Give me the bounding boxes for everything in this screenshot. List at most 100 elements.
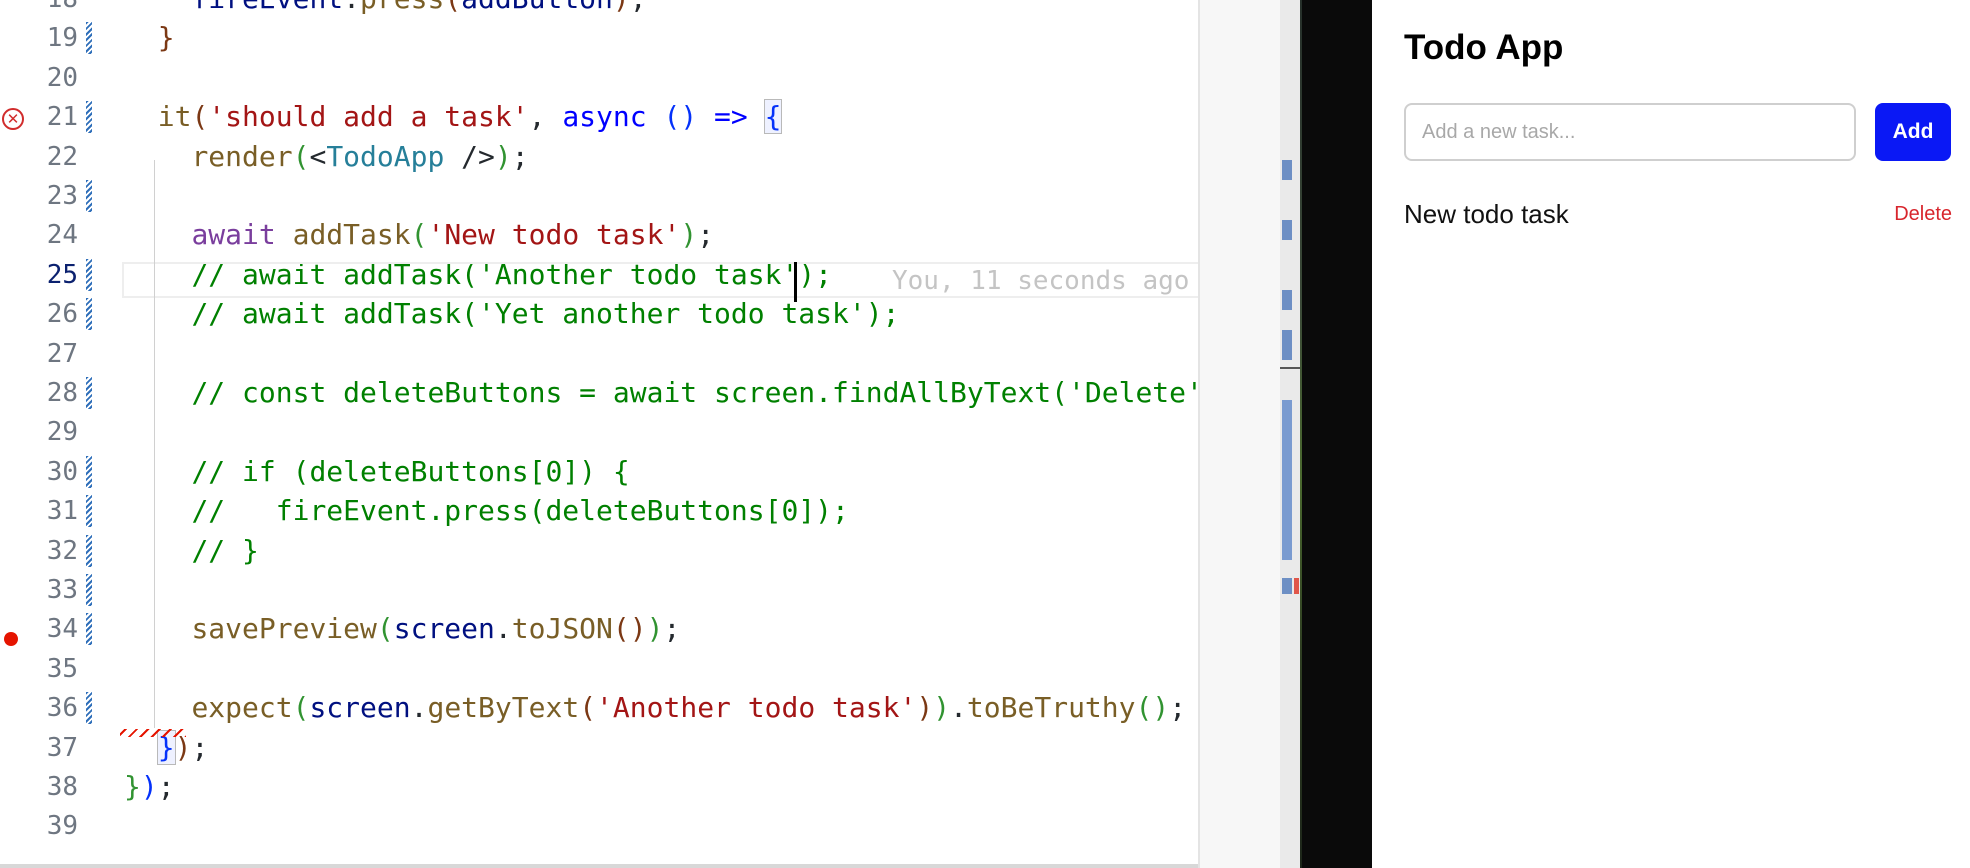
code-text: }); bbox=[124, 767, 175, 807]
code-token: addButton bbox=[461, 0, 613, 15]
code-line[interactable]: 36 expect(screen.getByText('Another todo… bbox=[0, 688, 1200, 728]
code-token: } bbox=[157, 21, 175, 55]
app-title: Todo App bbox=[1404, 28, 1564, 67]
code-token: < bbox=[309, 139, 327, 173]
code-token: fireEvent bbox=[191, 0, 343, 15]
git-change-marker[interactable] bbox=[86, 101, 92, 134]
code-token: . bbox=[343, 0, 360, 15]
code-line[interactable]: 39 bbox=[0, 806, 1200, 846]
code-token: ) bbox=[140, 770, 158, 803]
git-blame-annotation: You, 11 seconds ago bbox=[892, 266, 1190, 296]
code-line[interactable]: 27 bbox=[0, 334, 1200, 374]
line-number: 30 bbox=[46, 456, 78, 487]
code-token: => bbox=[714, 100, 748, 134]
code-line[interactable]: 32 // } bbox=[0, 531, 1200, 571]
code-line[interactable]: 38}); bbox=[0, 767, 1200, 807]
code-line[interactable]: 22 render(<TodoApp />); bbox=[0, 137, 1200, 177]
code-token: // const deleteButtons = await screen.fi… bbox=[191, 376, 1200, 409]
code-text: savePreview(screen.toJSON()); bbox=[124, 609, 680, 649]
code-line[interactable]: 18 fireEvent.press(addButton); bbox=[0, 0, 1200, 19]
code-token: TodoApp bbox=[326, 139, 445, 173]
code-token: // await addTask('Yet another todo task'… bbox=[191, 297, 900, 331]
git-change-marker[interactable] bbox=[86, 534, 92, 567]
code-text: // const deleteButtons = await screen.fi… bbox=[124, 373, 1200, 413]
git-change-marker[interactable] bbox=[86, 613, 92, 646]
code-token: // if (deleteButtons[0]) { bbox=[191, 454, 630, 488]
error-squiggle bbox=[120, 729, 186, 737]
code-text: } bbox=[124, 18, 175, 58]
task-list-item: New todo task Delete bbox=[1404, 196, 1952, 232]
code-token: ; bbox=[697, 218, 715, 252]
code-text: it('should add a task', async () => { bbox=[124, 97, 783, 137]
code-token: savePreview bbox=[191, 612, 377, 646]
todo-app-simulator: Todo App Add New todo task Delete bbox=[1372, 0, 1970, 868]
code-token: () bbox=[612, 612, 647, 646]
code-token: screen bbox=[393, 612, 495, 646]
git-change-marker[interactable] bbox=[86, 455, 92, 488]
git-change-marker[interactable] bbox=[86, 258, 92, 291]
git-change-marker[interactable] bbox=[86, 22, 92, 55]
code-line[interactable]: 28 // const deleteButtons = await screen… bbox=[0, 373, 1200, 413]
minimap-mark bbox=[1282, 160, 1292, 180]
code-line[interactable]: 21 it('should add a task', async () => { bbox=[0, 97, 1200, 137]
git-change-marker[interactable] bbox=[86, 180, 92, 212]
code-line[interactable]: 30 // if (deleteButtons[0]) { bbox=[0, 452, 1200, 492]
device-bezel bbox=[1302, 0, 1372, 868]
code-line[interactable]: 29 bbox=[0, 412, 1200, 452]
code-editor[interactable]: 18 fireEvent.press(addButton);19 }2021 i… bbox=[0, 0, 1200, 868]
line-number: 33 bbox=[46, 575, 78, 605]
git-change-marker[interactable] bbox=[86, 495, 92, 528]
code-token: { bbox=[763, 99, 783, 135]
code-line[interactable]: 19 } bbox=[0, 18, 1200, 58]
line-number: 36 bbox=[46, 693, 78, 724]
code-token: ) bbox=[646, 612, 664, 646]
line-number: 25 bbox=[46, 259, 78, 290]
code-token: ( bbox=[292, 691, 310, 725]
code-text: await addTask('New todo task'); bbox=[124, 215, 714, 255]
text-caret bbox=[794, 262, 797, 302]
code-token: ( bbox=[410, 218, 428, 252]
code-token: ; bbox=[1169, 691, 1187, 725]
code-line[interactable]: 31 // fireEvent.press(deleteButtons[0]); bbox=[0, 491, 1200, 531]
code-token: it bbox=[157, 100, 192, 134]
code-token: 'New todo task' bbox=[427, 218, 681, 252]
overview-ruler-area bbox=[1200, 0, 1280, 868]
code-line[interactable]: 34 savePreview(screen.toJSON()); bbox=[0, 609, 1200, 649]
code-token: () bbox=[1135, 691, 1170, 725]
code-token: expect bbox=[191, 691, 293, 725]
code-line[interactable]: 33 bbox=[0, 570, 1200, 610]
add-task-button[interactable]: Add bbox=[1875, 103, 1951, 161]
line-number: 27 bbox=[46, 338, 78, 369]
git-change-marker[interactable] bbox=[86, 692, 92, 725]
breakpoint-icon[interactable] bbox=[4, 632, 18, 646]
code-token: } bbox=[124, 770, 141, 803]
code-line[interactable]: 24 await addTask('New todo task'); bbox=[0, 215, 1200, 255]
code-token: , bbox=[528, 100, 563, 134]
code-line[interactable]: 35 bbox=[0, 649, 1200, 689]
code-token: press bbox=[360, 0, 444, 15]
code-token: // fireEvent.press(deleteButtons[0]); bbox=[191, 494, 849, 528]
code-token: ( bbox=[444, 0, 461, 15]
code-token: screen bbox=[309, 691, 411, 725]
delete-task-button[interactable]: Delete bbox=[1894, 196, 1952, 232]
git-change-marker[interactable] bbox=[86, 377, 92, 409]
code-token: // } bbox=[191, 533, 259, 567]
new-task-input[interactable] bbox=[1404, 103, 1856, 161]
code-line[interactable]: 23 bbox=[0, 176, 1200, 216]
git-change-marker[interactable] bbox=[86, 298, 92, 331]
code-line[interactable]: 20 bbox=[0, 58, 1200, 98]
line-number: 39 bbox=[46, 811, 78, 842]
minimap[interactable] bbox=[1280, 0, 1300, 868]
test-failed-icon[interactable]: ✕ bbox=[2, 108, 24, 130]
code-token: async bbox=[562, 100, 647, 134]
git-change-marker[interactable] bbox=[86, 574, 92, 606]
